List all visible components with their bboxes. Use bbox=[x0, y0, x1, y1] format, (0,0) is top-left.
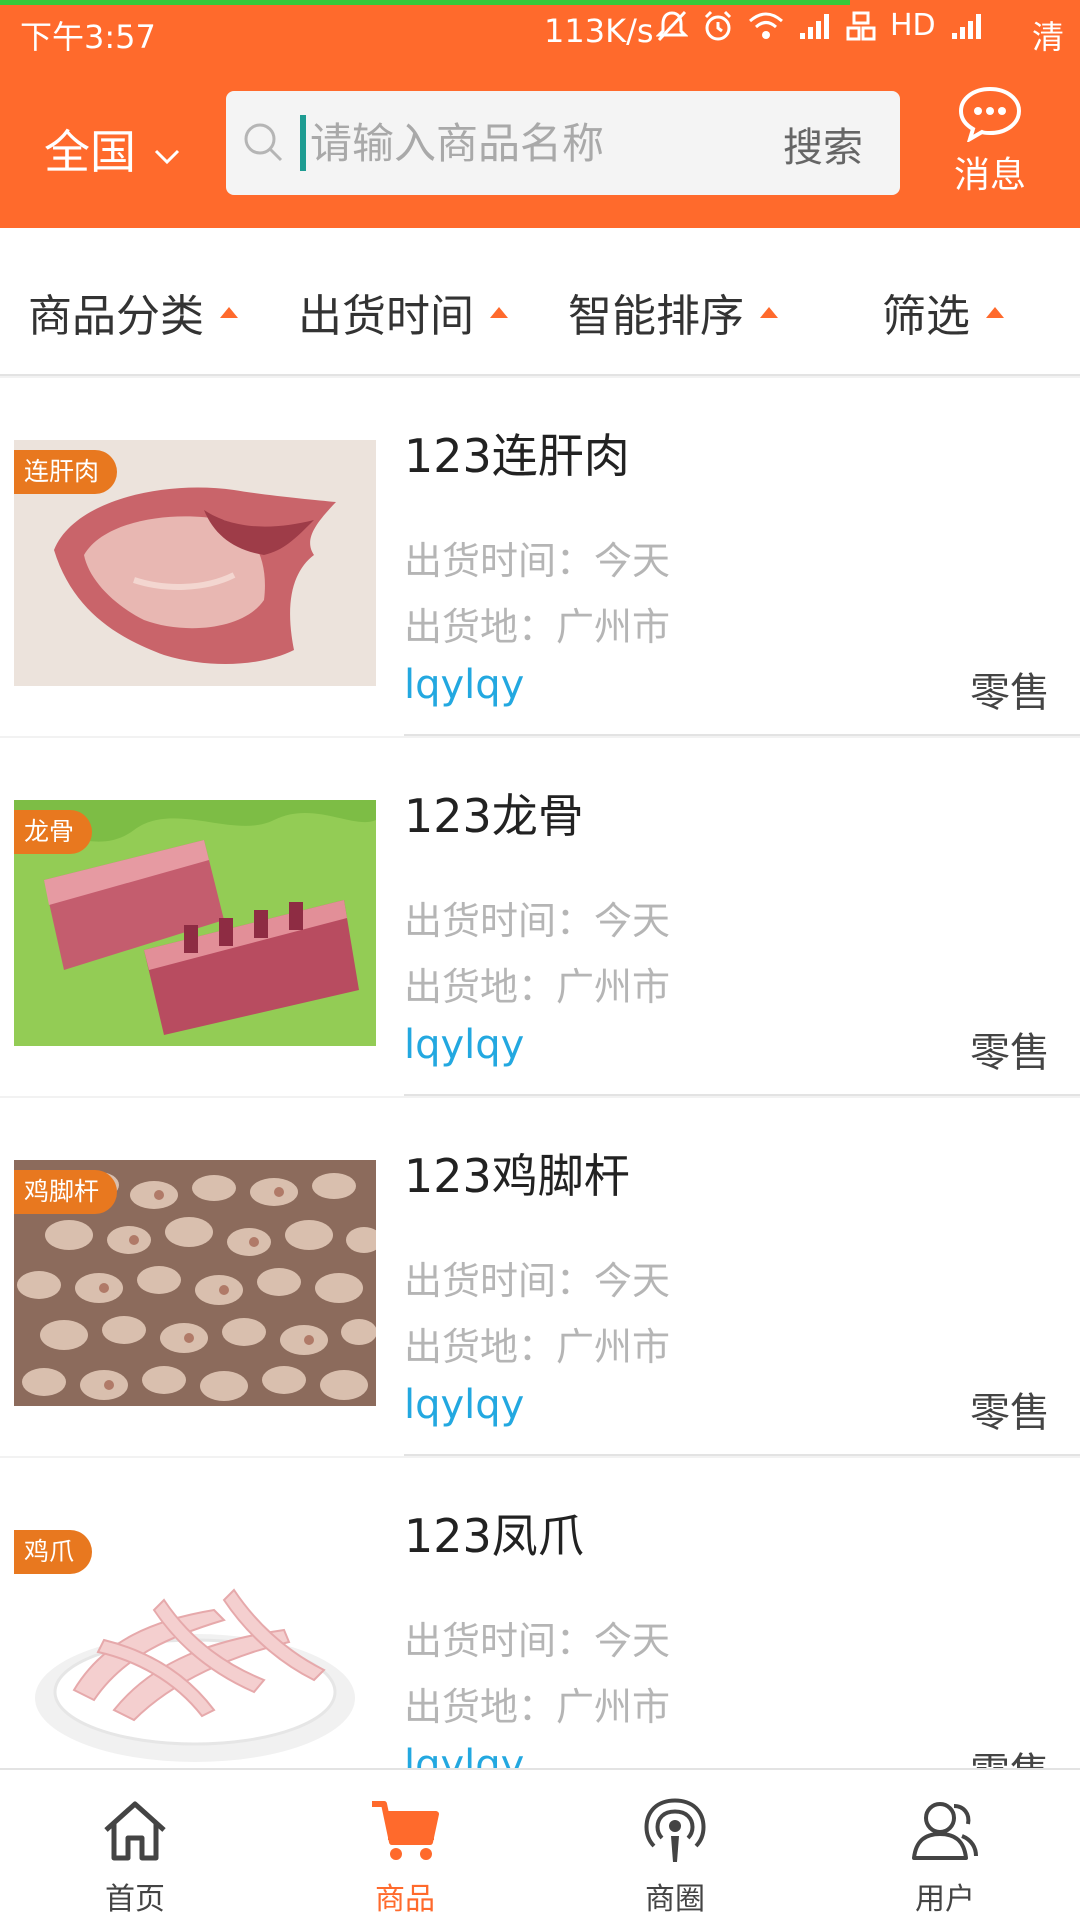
product-card[interactable]: 鸡脚杆 123鸡脚杆 出货时间：今天 出货地：广州市 lqylqy 零售 bbox=[0, 1098, 1080, 1456]
product-name: 123凤爪 bbox=[404, 1509, 584, 1563]
product-sale-type: 零售 bbox=[970, 1390, 1050, 1436]
filter-screen[interactable]: 筛选 bbox=[882, 280, 1004, 344]
product-seller-link[interactable]: lqylqy bbox=[404, 662, 524, 708]
product-image: 鸡脚杆 bbox=[14, 1160, 376, 1406]
product-ship-place: 出货地：广州市 bbox=[404, 605, 671, 649]
product-ship-place: 出货地：广州市 bbox=[404, 1325, 671, 1369]
user-icon bbox=[912, 1802, 978, 1860]
filter-category-label: 商品分类 bbox=[28, 291, 204, 342]
wifi-icon bbox=[748, 11, 784, 41]
divider bbox=[404, 1454, 1080, 1456]
product-list[interactable]: 连肝肉 123连肝肉 出货时间：今天 出货地：广州市 lqylqy 零售 龙骨 … bbox=[0, 376, 1080, 1768]
product-tag: 鸡脚杆 bbox=[14, 1170, 118, 1214]
search-input[interactable] bbox=[310, 91, 770, 195]
product-ship-time: 出货时间：今天 bbox=[404, 899, 671, 943]
tab-products[interactable]: 商品 bbox=[270, 1770, 540, 1920]
product-card[interactable]: 龙骨 123龙骨 出货时间：今天 出货地：广州市 lqylqy 零售 bbox=[0, 738, 1080, 1096]
cart-icon bbox=[372, 1801, 439, 1860]
product-seller-link[interactable]: lqylqy bbox=[404, 1742, 524, 1768]
bell-muted-icon bbox=[656, 9, 688, 43]
tab-home-label: 首页 bbox=[105, 1882, 165, 1917]
search-button[interactable]: 搜索 bbox=[783, 115, 863, 173]
chat-bubble-icon bbox=[950, 86, 1030, 142]
product-name: 123连肝肉 bbox=[404, 429, 630, 483]
chevron-down-icon bbox=[154, 122, 180, 176]
status-right-label: 清 bbox=[1032, 18, 1065, 56]
product-seller-link[interactable]: lqylqy bbox=[404, 1382, 524, 1428]
hd-indicator: HD bbox=[890, 8, 936, 43]
alarm-icon bbox=[702, 9, 734, 43]
tab-home[interactable]: 首页 bbox=[0, 1770, 270, 1920]
status-bar: 下午3:57 113K/s HD 清 bbox=[0, 6, 1080, 62]
status-icons: HD bbox=[656, 8, 984, 43]
product-seller-link[interactable]: lqylqy bbox=[404, 1022, 524, 1068]
product-ship-time: 出货时间：今天 bbox=[404, 539, 671, 583]
tab-products-label: 商品 bbox=[375, 1882, 435, 1917]
region-selector[interactable]: 全国 bbox=[44, 116, 180, 182]
filter-screen-label: 筛选 bbox=[882, 291, 970, 342]
product-tag: 鸡爪 bbox=[14, 1530, 93, 1574]
product-ship-place: 出货地：广州市 bbox=[404, 1685, 671, 1729]
tab-user-label: 用户 bbox=[915, 1882, 975, 1917]
tab-user[interactable]: 用户 bbox=[810, 1770, 1080, 1920]
filter-ship-time[interactable]: 出货时间 bbox=[298, 280, 508, 344]
tab-business-circle[interactable]: 商圈 bbox=[540, 1770, 810, 1920]
home-icon bbox=[104, 1801, 166, 1861]
product-sale-type: 零售 bbox=[970, 1030, 1050, 1076]
product-card[interactable]: 连肝肉 123连肝肉 出货时间：今天 出货地：广州市 lqylqy 零售 bbox=[0, 378, 1080, 736]
product-ship-time: 出货时间：今天 bbox=[404, 1619, 671, 1663]
product-sale-type: 零售 bbox=[970, 1740, 1050, 1768]
filter-smart-sort[interactable]: 智能排序 bbox=[568, 280, 778, 344]
filter-smart-sort-label: 智能排序 bbox=[568, 291, 744, 342]
loading-progress-bar bbox=[0, 0, 850, 5]
product-tag: 连肝肉 bbox=[14, 450, 118, 494]
app-header: 下午3:57 113K/s HD 清 全国 请输入商品名称 搜索 消息 bbox=[0, 0, 1080, 228]
sort-up-icon bbox=[986, 306, 1004, 318]
search-bar[interactable]: 搜索 bbox=[226, 91, 900, 195]
divider bbox=[404, 1094, 1080, 1096]
sort-up-icon bbox=[490, 306, 508, 318]
product-image: 龙骨 bbox=[14, 800, 376, 1046]
divider bbox=[404, 734, 1080, 736]
search-icon bbox=[242, 121, 284, 167]
filter-bar: 商品分类 出货时间 智能排序 筛选 bbox=[0, 228, 1080, 376]
sort-up-icon bbox=[760, 306, 778, 318]
product-card[interactable]: 鸡爪 123凤爪 出货时间：今天 出货地：广州市 lqylqy 零售 bbox=[0, 1458, 1080, 1768]
product-name: 123鸡脚杆 bbox=[404, 1149, 630, 1203]
region-label: 全国 bbox=[44, 125, 136, 179]
message-button[interactable]: 消息 bbox=[950, 86, 1030, 198]
product-ship-place: 出货地：广州市 bbox=[404, 965, 671, 1009]
product-image: 鸡爪 bbox=[14, 1520, 376, 1766]
product-ship-time: 出货时间：今天 bbox=[404, 1259, 671, 1303]
filter-category[interactable]: 商品分类 bbox=[28, 280, 238, 344]
product-name: 123龙骨 bbox=[404, 789, 584, 843]
text-caret bbox=[300, 115, 306, 171]
product-image: 连肝肉 bbox=[14, 440, 376, 686]
signal-icon-2 bbox=[950, 11, 984, 41]
product-tag: 龙骨 bbox=[14, 810, 93, 854]
signal-icon bbox=[798, 11, 832, 41]
broadcast-icon bbox=[644, 1798, 706, 1862]
filter-ship-time-label: 出货时间 bbox=[298, 291, 474, 342]
product-sale-type: 零售 bbox=[970, 670, 1050, 716]
sort-up-icon bbox=[220, 306, 238, 318]
tab-business-circle-label: 商圈 bbox=[645, 1882, 705, 1917]
status-network-speed: 113K/s bbox=[544, 12, 654, 50]
bottom-tab-bar: 首页 商品 商圈 用户 bbox=[0, 1768, 1080, 1920]
message-label: 消息 bbox=[953, 155, 1026, 196]
status-time: 下午3:57 bbox=[20, 18, 156, 56]
network-type-icon bbox=[846, 11, 876, 41]
